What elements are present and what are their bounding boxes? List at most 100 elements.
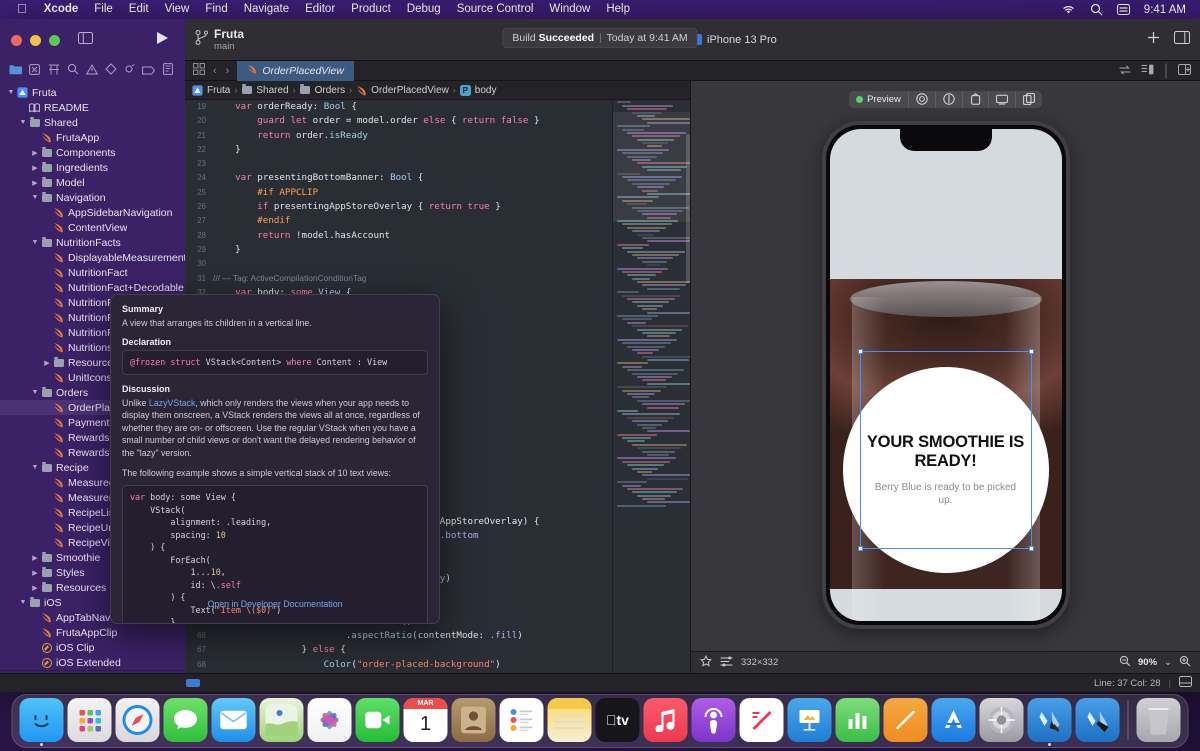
navigator-row-frutaappclip[interactable]: FrutaAppClip xyxy=(0,625,185,640)
quick-help-popover[interactable]: Summary A view that arranges its childre… xyxy=(110,294,440,624)
zoom-level-label[interactable]: 90% xyxy=(1138,657,1157,668)
live-preview-icon[interactable] xyxy=(909,91,936,108)
menu-item-debug[interactable]: Debug xyxy=(399,0,449,19)
navigator-row-appsidebarnavigation[interactable]: AppSidebarNavigation xyxy=(0,205,185,220)
disclosure-triangle[interactable]: ▼ xyxy=(30,194,40,201)
apple-menu-icon[interactable]:  xyxy=(8,0,36,18)
code-line[interactable]: 20 guard let order = model.order else { … xyxy=(185,114,612,128)
duplicate-preview-icon[interactable] xyxy=(1016,91,1042,108)
breadcrumb-item-shared[interactable]: Shared xyxy=(241,85,288,96)
disclosure-triangle[interactable]: ▼ xyxy=(18,599,28,606)
dock-icon-reminders[interactable] xyxy=(500,698,544,742)
minimize-window-button[interactable] xyxy=(30,35,41,46)
code-line[interactable]: 21 return order.isReady xyxy=(185,129,612,143)
editor-swap-icon[interactable] xyxy=(1119,62,1131,80)
breakpoint-navigator-icon[interactable] xyxy=(139,62,158,80)
code-line[interactable]: 68 Color("order-placed-background") xyxy=(185,658,612,672)
dock-icon-maps[interactable] xyxy=(260,698,304,742)
menu-item-edit[interactable]: Edit xyxy=(121,0,157,19)
breadcrumb-item-orders[interactable]: Orders xyxy=(300,85,346,96)
dock-icon-news[interactable] xyxy=(740,698,784,742)
add-editor-button[interactable] xyxy=(1147,31,1160,49)
zoom-out-icon[interactable] xyxy=(1119,655,1131,670)
breadcrumb-item-orderplacedview[interactable]: OrderPlacedView xyxy=(356,85,449,96)
code-line[interactable]: 22 } xyxy=(185,143,612,157)
navigator-row-fruta[interactable]: ▼Fruta xyxy=(0,85,185,100)
build-status-pill[interactable]: Build Succeeded | Today at 9:41 AM xyxy=(502,28,697,48)
menu-item-find[interactable]: Find xyxy=(197,0,235,19)
dock-icon-facetime[interactable] xyxy=(356,698,400,742)
navigator-row-ingredients[interactable]: ▶Ingredients xyxy=(0,160,185,175)
disclosure-triangle[interactable]: ▶ xyxy=(30,164,40,172)
dock-icon-pages[interactable] xyxy=(884,698,928,742)
menu-item-navigate[interactable]: Navigate xyxy=(236,0,297,19)
disclosure-triangle[interactable]: ▼ xyxy=(30,389,40,396)
dock-icon-music[interactable] xyxy=(644,698,688,742)
preview-selection-frame[interactable] xyxy=(860,351,1032,549)
spotlight-icon[interactable] xyxy=(1090,3,1103,16)
navigator-row-ios-clip[interactable]: iOS Clip xyxy=(0,640,185,655)
dock-icon-launchpad[interactable] xyxy=(68,698,112,742)
menu-item-help[interactable]: Help xyxy=(598,0,638,19)
editor-minimap[interactable] xyxy=(612,100,690,673)
layout-icon[interactable] xyxy=(720,656,733,670)
find-navigator-icon[interactable] xyxy=(63,62,82,80)
dock-icon-calendar[interactable]: MAR1 xyxy=(404,698,448,742)
code-line[interactable]: 29 } xyxy=(185,243,612,257)
disclosure-triangle[interactable]: ▶ xyxy=(30,569,40,577)
disclosure-triangle[interactable]: ▼ xyxy=(18,119,28,126)
zoom-in-icon[interactable] xyxy=(1179,655,1191,670)
menu-clock[interactable]: 9:41 AM xyxy=(1144,4,1186,16)
dock-icon-safari[interactable] xyxy=(116,698,160,742)
breadcrumb[interactable]: Fruta › Shared › Orders › OrderPlacedVie… xyxy=(185,81,690,100)
run-button[interactable] xyxy=(156,31,169,50)
dock-icon-trash[interactable] xyxy=(1137,698,1181,742)
menu-item-view[interactable]: View xyxy=(157,0,198,19)
dock-icon-keynote[interactable] xyxy=(788,698,832,742)
navigator-row-model[interactable]: ▶Model xyxy=(0,175,185,190)
dock-icon-appletv[interactable]: tv xyxy=(596,698,640,742)
inspect-preview-icon[interactable] xyxy=(936,91,963,108)
navigator-row-frutaapp[interactable]: FrutaApp xyxy=(0,130,185,145)
breadcrumb-item-body[interactable]: P body xyxy=(460,85,497,96)
dock-icon-xcode-beta[interactable] xyxy=(1076,698,1120,742)
disclosure-triangle[interactable]: ▶ xyxy=(30,179,40,187)
code-line[interactable]: 24 var presentingBottomBanner: Bool { xyxy=(185,171,612,185)
menu-item-window[interactable]: Window xyxy=(541,0,598,19)
navigator-row-nutritionfact[interactable]: NutritionFact xyxy=(0,265,185,280)
dock-icon-notes[interactable] xyxy=(548,698,592,742)
symbol-navigator-icon[interactable] xyxy=(44,62,63,80)
dock-icon-photos[interactable] xyxy=(308,698,352,742)
menu-item-editor[interactable]: Editor xyxy=(297,0,343,19)
preview-canvas[interactable]: Preview xyxy=(690,81,1200,673)
editor-forward-button[interactable]: › xyxy=(226,65,230,77)
device-screen[interactable]: YOUR SMOOTHIE IS READY! Berry Blue is re… xyxy=(830,129,1062,621)
code-line[interactable]: 67 } else { xyxy=(185,643,612,657)
dock-icon-podcasts[interactable] xyxy=(692,698,736,742)
navigator-row-nutritionfacts[interactable]: ▼NutritionFacts xyxy=(0,235,185,250)
open-in-developer-documentation-link[interactable]: Open in Developer Documentation xyxy=(111,599,439,609)
navigator-row-readme[interactable]: README xyxy=(0,100,185,115)
minimap-viewport[interactable] xyxy=(613,112,690,222)
folder-navigator-icon[interactable] xyxy=(6,62,25,80)
related-items-icon[interactable] xyxy=(193,62,205,80)
code-line[interactable]: 26 if presentingAppStoreOverlay { return… xyxy=(185,200,612,214)
preview-device-wrapper[interactable]: YOUR SMOOTHIE IS READY! Berry Blue is re… xyxy=(691,121,1200,651)
menu-item-source-control[interactable]: Source Control xyxy=(449,0,542,19)
control-center-icon[interactable] xyxy=(1117,4,1130,15)
preview-status-segment[interactable]: Preview xyxy=(849,91,909,108)
debug-navigator-icon[interactable] xyxy=(120,62,139,80)
wifi-icon[interactable] xyxy=(1061,4,1076,15)
code-line[interactable]: 23 xyxy=(185,157,612,171)
close-window-button[interactable] xyxy=(11,35,22,46)
disclosure-triangle[interactable]: ▼ xyxy=(6,89,16,96)
dock-icon-messages[interactable] xyxy=(164,698,208,742)
issue-navigator-icon[interactable] xyxy=(82,62,101,80)
menu-item-product[interactable]: Product xyxy=(343,0,399,19)
project-scheme-label[interactable]: Fruta main xyxy=(214,28,244,52)
macos-dock[interactable]: MAR1 tv xyxy=(12,694,1189,748)
code-line[interactable]: 25 #if APPCLIP xyxy=(185,186,612,200)
device-preview-icon[interactable] xyxy=(963,91,989,108)
inspector-toggle-icon[interactable] xyxy=(1174,31,1190,49)
disclosure-triangle[interactable]: ▼ xyxy=(30,239,40,246)
